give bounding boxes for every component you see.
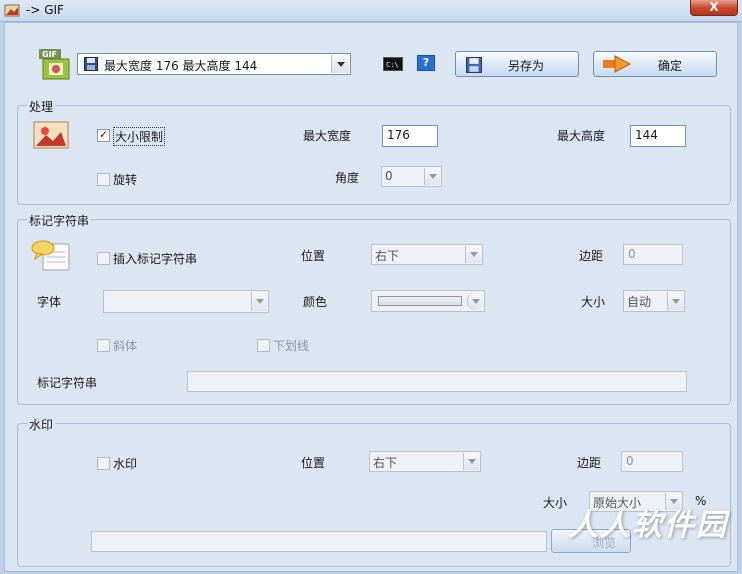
ok-label: 确定 <box>658 59 683 73</box>
mark-margin-label: 边距 <box>579 249 604 263</box>
rotate-label: 旋转 <box>113 173 138 187</box>
arrow-right-icon <box>603 55 632 73</box>
mark-size-value: 自动 <box>627 295 652 309</box>
chevron-down-icon[interactable] <box>424 168 440 185</box>
close-button[interactable]: X <box>690 0 738 16</box>
svg-text:GIF: GIF <box>42 50 57 59</box>
floppy-icon <box>84 57 98 71</box>
chevron-down-icon[interactable] <box>667 292 683 310</box>
chevron-down-icon[interactable] <box>467 292 483 310</box>
font-combo[interactable] <box>103 290 269 313</box>
dialog-body: GIF 最大宽度 176 最大高度 144 C:\ ? 另存为 确定 处理 ✓ … <box>4 22 738 572</box>
mark-position-label: 位置 <box>301 249 326 263</box>
chevron-down-icon[interactable] <box>463 453 479 470</box>
site-watermark: 人人软件园 <box>568 508 728 543</box>
size-limit-checkbox[interactable] <box>97 128 110 142</box>
watermark-size-label: 大小 <box>543 496 568 510</box>
insert-mark-checkbox[interactable] <box>97 252 110 265</box>
watermark-group-title: 水印 <box>27 416 56 433</box>
max-width-input[interactable]: 176 <box>382 125 438 147</box>
watermark-enable-label: 水印 <box>113 457 138 471</box>
floppy-icon <box>466 57 482 73</box>
process-group <box>17 105 731 205</box>
speech-bubble-icon <box>31 240 70 271</box>
chevron-down-icon[interactable] <box>251 292 267 311</box>
cmd-icon[interactable]: C:\ <box>383 57 403 71</box>
size-limit-label: 大小限制 <box>113 127 166 146</box>
color-picker[interactable] <box>371 290 485 312</box>
underline-label: 下划线 <box>273 339 310 353</box>
mark-group-title: 标记字符串 <box>27 212 92 229</box>
save-as-label: 另存为 <box>508 59 545 73</box>
watermark-margin-label: 边距 <box>577 456 602 470</box>
watermark-position-label: 位置 <box>301 456 326 470</box>
mark-size-combo[interactable]: 自动 <box>623 290 685 312</box>
mark-position-combo[interactable]: 右下 <box>371 244 483 265</box>
ok-button[interactable]: 确定 <box>593 51 717 77</box>
angle-label: 角度 <box>335 171 360 185</box>
underline-checkbox[interactable] <box>257 339 270 352</box>
title-bar: -> GIF X <box>0 0 742 22</box>
angle-value: 0 <box>385 169 393 183</box>
font-label: 字体 <box>37 295 62 309</box>
mark-position-value: 右下 <box>375 249 400 263</box>
chevron-down-icon[interactable] <box>465 246 481 263</box>
image-edit-icon <box>33 121 69 149</box>
rotate-checkbox[interactable] <box>97 173 110 186</box>
italic-label: 斜体 <box>113 339 138 353</box>
process-group-title: 处理 <box>27 98 56 115</box>
output-size-value: 最大宽度 176 最大高度 144 <box>104 59 258 73</box>
angle-combo[interactable]: 0 <box>381 166 442 187</box>
mark-string-label: 标记字符串 <box>37 376 98 390</box>
mark-margin-input[interactable]: 0 <box>623 244 683 265</box>
italic-checkbox[interactable] <box>97 339 110 352</box>
watermark-position-value: 右下 <box>373 456 398 470</box>
insert-mark-label: 插入标记字符串 <box>113 252 198 266</box>
watermark-margin-input[interactable]: 0 <box>621 451 683 472</box>
watermark-position-combo[interactable]: 右下 <box>369 451 481 472</box>
chevron-down-icon[interactable] <box>331 55 349 73</box>
max-width-label: 最大宽度 <box>303 129 352 143</box>
max-height-input[interactable]: 144 <box>630 125 686 147</box>
watermark-checkbox[interactable] <box>97 457 110 470</box>
output-size-combo[interactable]: 最大宽度 176 最大高度 144 <box>77 53 351 75</box>
color-label: 颜色 <box>303 295 328 309</box>
max-height-label: 最大高度 <box>557 129 606 143</box>
svg-text:C:\: C:\ <box>386 61 399 69</box>
mark-string-input[interactable] <box>187 371 687 392</box>
window-title: -> GIF <box>26 3 64 17</box>
app-icon <box>4 4 20 17</box>
save-as-button[interactable]: 另存为 <box>455 51 579 77</box>
mark-size-label: 大小 <box>581 295 606 309</box>
gif-format-icon: GIF <box>39 49 70 80</box>
help-icon[interactable]: ? <box>417 55 435 71</box>
color-swatch <box>378 296 462 306</box>
watermark-file-input[interactable] <box>91 531 547 552</box>
